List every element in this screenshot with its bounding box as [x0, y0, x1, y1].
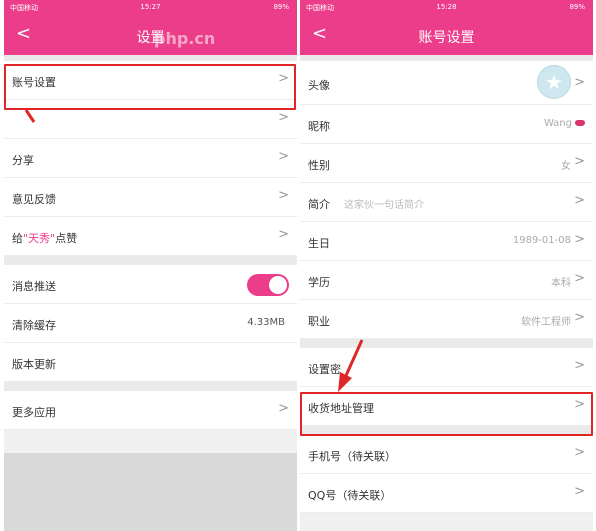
- arrow-icon: [24, 109, 36, 123]
- account-settings-screen: 中国移动 15:28 89% < 账号设置 头像 ★ > 昵称 Wang 性别 …: [300, 0, 593, 531]
- arrow-icon: [338, 339, 364, 392]
- settings-screen: 中国移动 15:27 89% < 设置 php.cn 账号设置 > > 分享 >…: [4, 0, 297, 531]
